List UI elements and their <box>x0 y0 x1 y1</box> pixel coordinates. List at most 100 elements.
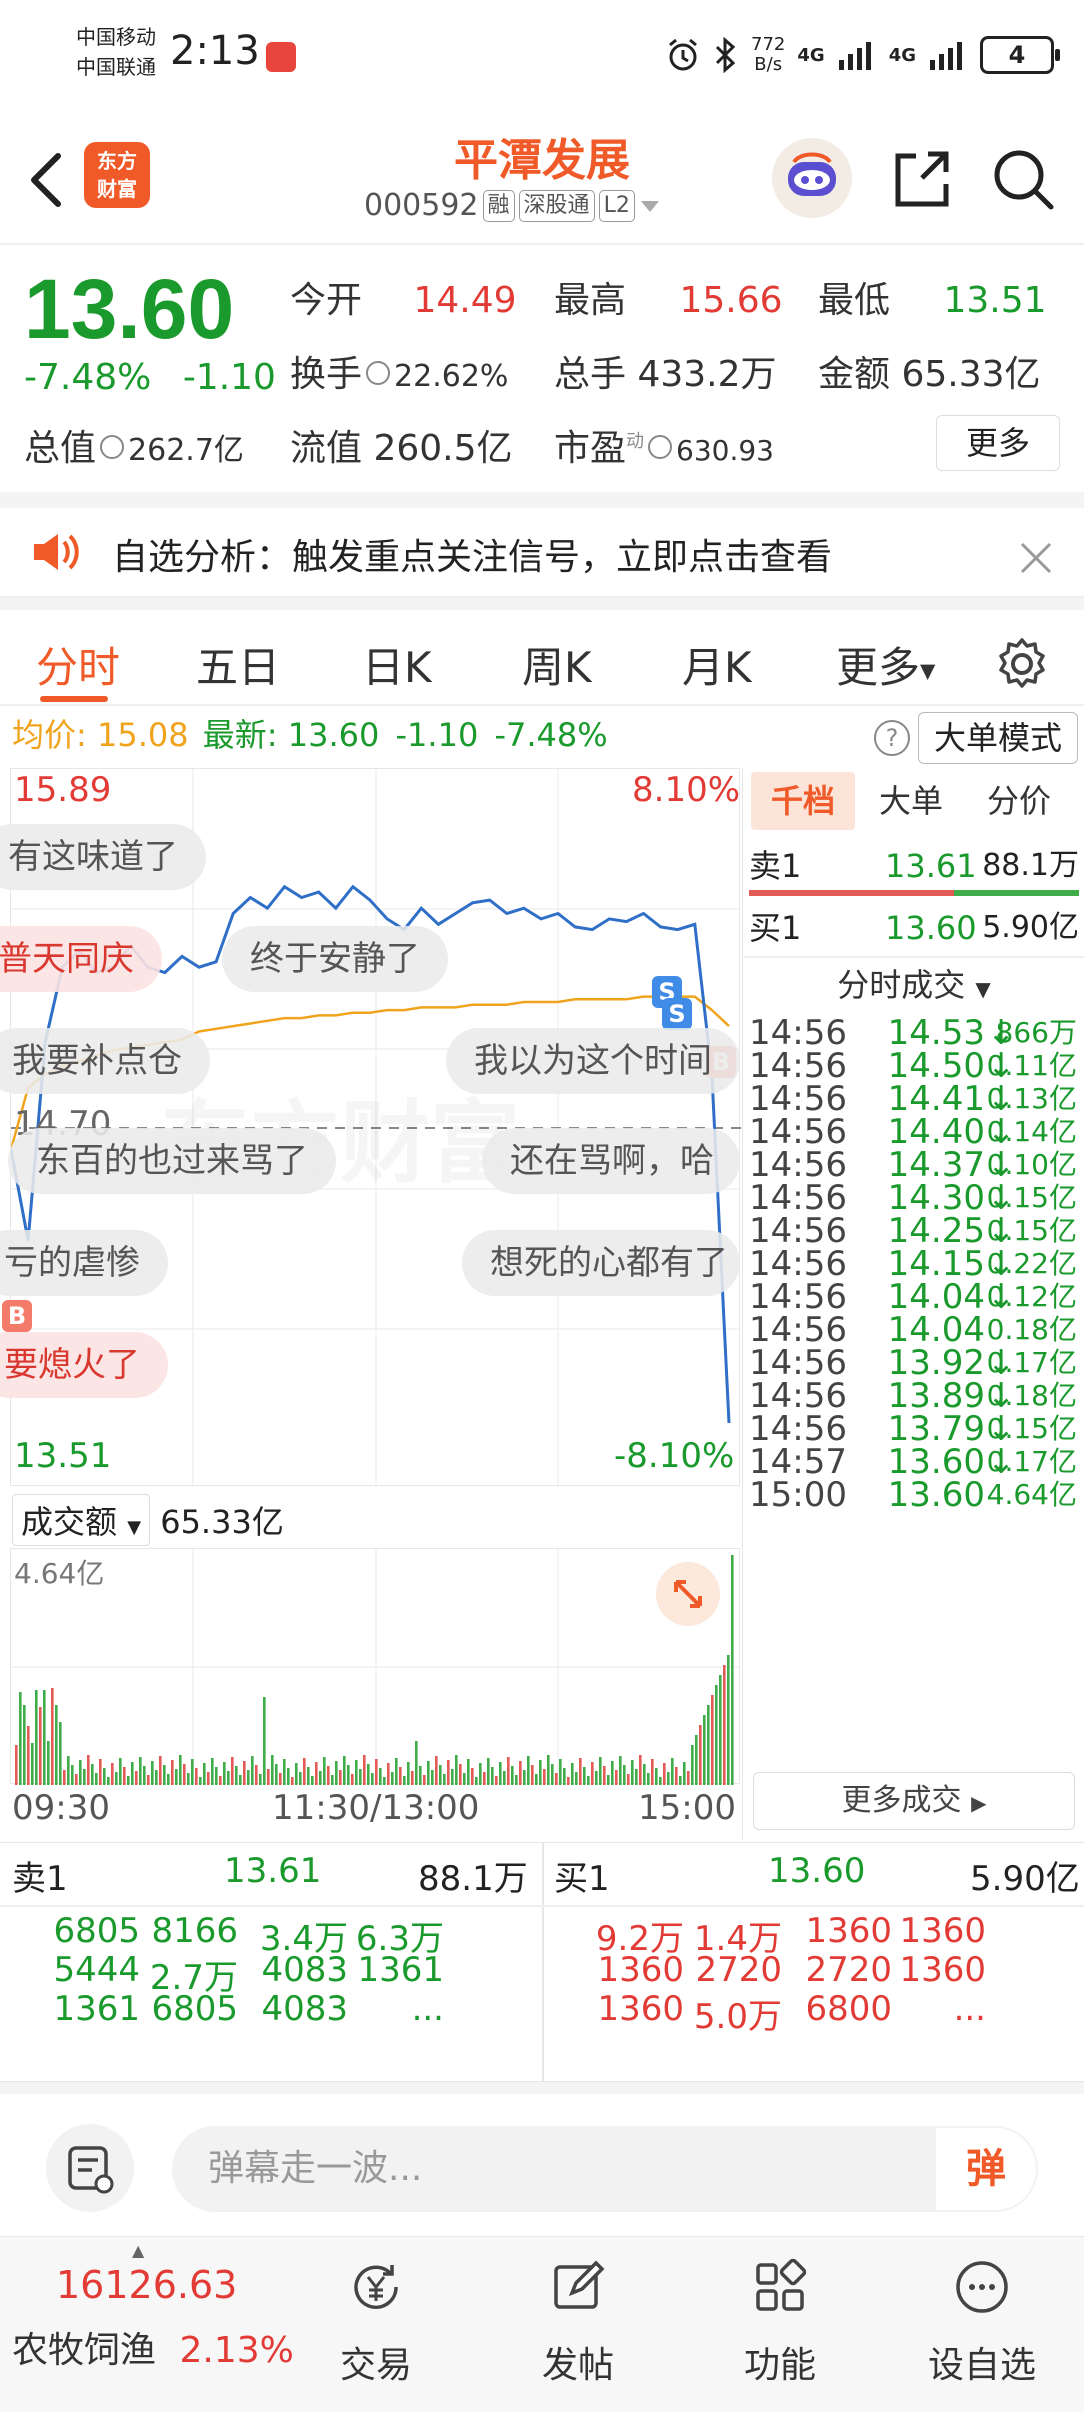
volume-bar <box>715 1685 718 1785</box>
volume-bar <box>355 1760 358 1785</box>
danmaku-bubble[interactable]: 要熄火了 <box>0 1332 168 1398</box>
volume-bar <box>259 1774 262 1785</box>
volume-selector[interactable]: 成交额 ▼ <box>12 1494 151 1546</box>
volume-bar <box>147 1775 150 1785</box>
notice-text: 自选分析：触发重点关注信号，立即点击查看 <box>112 537 833 578</box>
volume-bar <box>555 1773 558 1785</box>
share-icon[interactable] <box>886 144 956 214</box>
signal-2-label: 4G <box>888 44 916 66</box>
nav-post[interactable]: 发帖 <box>498 2249 658 2388</box>
info-icon[interactable] <box>100 435 125 459</box>
sell-marker[interactable]: S <box>662 998 692 1030</box>
net-speed-value: 772 <box>751 34 786 55</box>
tab-daily-k[interactable]: 日K <box>362 634 432 695</box>
danmaku-bubble[interactable]: 想死的心都有了 <box>462 1230 740 1296</box>
help-icon[interactable]: ? <box>874 720 910 756</box>
volume-bar <box>167 1774 170 1785</box>
tab-weekly-k[interactable]: 周K <box>522 634 592 695</box>
volume-bar <box>67 1756 70 1785</box>
tab-more[interactable]: 更多▼ <box>836 634 935 695</box>
more-quote-button[interactable]: 更多 <box>936 415 1060 471</box>
volume-bar <box>643 1764 646 1785</box>
volume-total: 65.33亿 <box>160 1503 284 1541</box>
sector-index[interactable]: 农牧饲渔 2.13% <box>12 2321 294 2373</box>
tab-five-day[interactable]: 五日 <box>196 634 280 695</box>
tab-intraday[interactable]: 分时 <box>36 634 120 695</box>
tab-big-orders[interactable]: 大单 <box>859 772 963 830</box>
volume-bar <box>687 1771 690 1785</box>
time-mid-label: 11:30/13:00 <box>272 1788 480 1828</box>
right-panel: 千档 大单 分价 卖1 13.61 88.1万 买1 13.60 5.90亿 分… <box>742 768 1084 1840</box>
search-icon[interactable] <box>988 144 1058 214</box>
expand-icon[interactable] <box>656 1562 720 1626</box>
volume-bar <box>123 1767 126 1785</box>
low-field: 最低 13.51 <box>818 271 1047 323</box>
buy-queue-cell: 2720 <box>695 1950 782 1990</box>
nav-functions[interactable]: 功能 <box>700 2249 860 2388</box>
volume-chart[interactable] <box>10 1548 741 1785</box>
tab-price-distribution[interactable]: 分价 <box>967 772 1071 830</box>
book-sell-label: 卖1 <box>12 1859 68 1899</box>
danmaku-bubble[interactable]: 东百的也过来骂了 <box>8 1128 336 1194</box>
danmaku-bubble[interactable]: 还在骂啊，哈 <box>482 1128 740 1194</box>
danmaku-bubble[interactable]: 我以为这个时间 <box>446 1028 740 1094</box>
more-trades-button[interactable]: 更多成交 ▶ <box>753 1772 1075 1830</box>
info-icon[interactable] <box>366 361 391 385</box>
book-sell-price: 13.61 <box>224 1851 322 1891</box>
volume-bar <box>343 1756 346 1785</box>
sector-index-value[interactable]: 16126.63 <box>56 2263 237 2307</box>
volume-bar <box>151 1761 154 1785</box>
volume-bar <box>691 1745 694 1785</box>
volume-bar <box>243 1761 246 1785</box>
volume-bar <box>391 1772 394 1785</box>
danmaku-bubble[interactable]: 有这味道了 <box>0 824 206 890</box>
volume-bar <box>267 1769 270 1785</box>
volume-bar <box>247 1770 250 1785</box>
danmaku-bubble[interactable]: 终于安静了 <box>222 926 448 992</box>
tab-monthly-k[interactable]: 月K <box>682 634 752 695</box>
danmaku-bubble[interactable]: 普天同庆 <box>0 926 162 992</box>
sell1-vol: 88.1万 <box>982 848 1079 883</box>
tab-thousand-level[interactable]: 千档 <box>751 772 855 830</box>
trades-title[interactable]: 分时成交 ▼ <box>743 960 1084 1006</box>
gear-icon[interactable] <box>994 636 1050 692</box>
open-field: 今开 14.49 <box>290 271 517 323</box>
chevron-down-icon: ▼ <box>975 977 991 1001</box>
stock-code-row[interactable]: 000592 融 深股通 L2 <box>364 188 661 223</box>
time-end-label: 15:00 <box>638 1788 736 1828</box>
volume-value: 433.2万 <box>637 354 777 395</box>
danmaku-bubble[interactable]: 我要补点仓 <box>0 1028 210 1094</box>
volume-bar <box>331 1775 334 1785</box>
big-order-mode-button[interactable]: 大单模式 <box>918 712 1078 764</box>
danmaku-input[interactable]: 弹幕走一波... <box>172 2126 1038 2212</box>
volume-bar <box>347 1765 350 1785</box>
volume-field: 总手 433.2万 <box>554 345 777 397</box>
nav-trade[interactable]: 交易 <box>296 2249 456 2388</box>
volume-bar <box>695 1735 698 1785</box>
volume-bar <box>727 1655 730 1785</box>
chevron-right-icon: ▶ <box>971 1791 987 1815</box>
volume-bar <box>375 1759 378 1785</box>
volume-bar <box>47 1741 50 1785</box>
volume-bar <box>683 1762 686 1785</box>
volume-bar <box>143 1766 146 1785</box>
danmaku-toggle-button[interactable]: 弹 <box>934 2126 1038 2212</box>
ai-assistant-icon[interactable] <box>772 138 852 218</box>
volume-bar <box>311 1776 314 1785</box>
close-icon[interactable] <box>1016 538 1056 578</box>
volume-bar <box>479 1763 482 1785</box>
pe-value: 630.93 <box>676 434 774 467</box>
danmaku-settings-icon[interactable] <box>46 2124 134 2212</box>
trades-title-label: 分时成交 <box>837 966 966 1004</box>
nav-add-watchlist[interactable]: 设自选 <box>902 2249 1062 2388</box>
info-icon[interactable] <box>648 435 673 459</box>
volume-bar <box>527 1756 530 1785</box>
volume-bar <box>191 1759 194 1785</box>
status-bar: 中国移动 中国联通 2:13 772 B/s 4G 4G 4 <box>0 0 1084 110</box>
buy-queue-cell: 5.0万 <box>693 1997 782 2037</box>
notice-banner[interactable]: 自选分析：触发重点关注信号，立即点击查看 <box>0 492 1084 598</box>
danmaku-bubble[interactable]: 亏的虐惨 <box>0 1230 168 1296</box>
volume-bar <box>627 1774 630 1785</box>
buy-marker[interactable]: B <box>2 1300 32 1332</box>
connect-tag: 深股通 <box>518 189 595 222</box>
